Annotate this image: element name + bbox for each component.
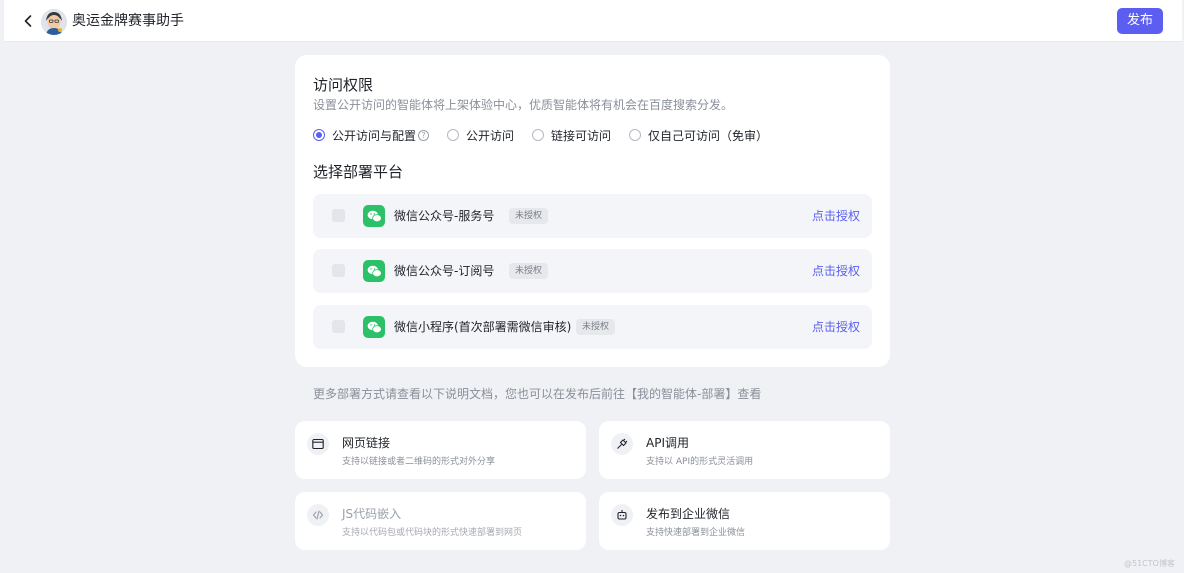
platform-checkbox[interactable] (332, 264, 345, 277)
radio-private[interactable]: 仅自己可访问（免审） (629, 127, 768, 144)
status-badge: 未授权 (509, 263, 549, 279)
deploy-title: 网页链接 (342, 436, 391, 450)
platform-checkbox[interactable] (332, 320, 345, 333)
authorize-link[interactable]: 点击授权 (812, 319, 860, 335)
platform-row-wechat-miniprogram: 微信小程序(首次部署需微信审核) 未授权 点击授权 (313, 305, 872, 349)
wechat-icon (363, 205, 385, 227)
agent-title: 奥运金牌赛事助手 (72, 13, 184, 29)
radio-label: 仅自己可访问（免审） (648, 128, 769, 143)
top-bar: 奥运金牌赛事助手 发布 (4, 0, 1182, 42)
authorize-link[interactable]: 点击授权 (812, 208, 860, 224)
radio-indicator (313, 129, 325, 141)
plug-icon (611, 433, 633, 455)
radio-label: 公开访问 (466, 128, 515, 143)
platform-checkbox[interactable] (332, 209, 345, 222)
chevron-left-icon (24, 15, 32, 27)
browser-window-icon (307, 433, 329, 455)
deploy-desc: 支持快速部署到企业微信 (646, 528, 746, 538)
wechat-icon (363, 260, 385, 282)
authorize-link[interactable]: 点击授权 (812, 263, 860, 279)
access-description: 设置公开访问的智能体将上架体验中心，优质智能体将有机会在百度搜索分发。 (313, 98, 734, 112)
access-title: 访问权限 (313, 76, 374, 94)
deploy-api-card[interactable]: API调用 支持以 API的形式灵活调用 (599, 421, 890, 479)
platforms-title: 选择部署平台 (313, 163, 404, 181)
deploy-desc: 支持以 API的形式灵活调用 (646, 457, 754, 467)
more-deploy-hint: 更多部署方式请查看以下说明文档，您也可以在发布后前往【我的智能体-部署】查看 (313, 387, 762, 401)
platform-name: 微信小程序(首次部署需微信审核) (394, 320, 572, 334)
deploy-js-embed-card: JS代码嵌入 支持以代码包或代码块的形式快速部署到网页 (295, 492, 586, 550)
status-badge: 未授权 (576, 319, 616, 335)
settings-card: 访问权限 设置公开访问的智能体将上架体验中心，优质智能体将有机会在百度搜索分发。… (295, 55, 890, 367)
deploy-desc: 支持以链接或者二维码的形式对外分享 (342, 457, 496, 467)
platform-name: 微信公众号-订阅号 (394, 264, 495, 278)
deploy-title: JS代码嵌入 (342, 507, 402, 521)
question-icon[interactable]: ? (418, 129, 430, 141)
status-badge: 未授权 (509, 208, 549, 224)
deploy-title: 发布到企业微信 (646, 507, 731, 521)
radio-link[interactable]: 链接可访问 (532, 127, 611, 144)
robot-icon (611, 504, 633, 526)
code-icon (307, 504, 329, 526)
radio-indicator (447, 129, 460, 141)
deploy-desc: 支持以代码包或代码块的形式快速部署到网页 (342, 528, 523, 538)
radio-label: 公开访问与配置 (332, 128, 417, 143)
radio-public-config[interactable]: 公开访问与配置 ? (313, 127, 430, 144)
platform-row-wechat-subscription: 微信公众号-订阅号 未授权 点击授权 (313, 249, 872, 293)
publish-button[interactable]: 发布 (1117, 8, 1163, 34)
radio-indicator (629, 129, 642, 141)
deploy-web-link-card[interactable]: 网页链接 支持以链接或者二维码的形式对外分享 (295, 421, 586, 479)
watermark: @51CTO博客 (1124, 559, 1175, 568)
back-button[interactable] (18, 11, 38, 31)
platform-name: 微信公众号-服务号 (394, 209, 495, 223)
deploy-wecom-card[interactable]: 发布到企业微信 支持快速部署到企业微信 (599, 492, 890, 550)
radio-label: 链接可访问 (551, 128, 612, 143)
radio-indicator (532, 129, 545, 141)
wechat-icon (363, 316, 385, 338)
platform-row-wechat-service: 微信公众号-服务号 未授权 点击授权 (313, 194, 872, 238)
access-radio-group: 公开访问与配置 ? 公开访问 链接可访问 仅自己可访问（免审） (313, 127, 786, 143)
radio-public[interactable]: 公开访问 (447, 127, 514, 144)
agent-avatar (41, 9, 67, 35)
deploy-title: API调用 (646, 436, 689, 450)
